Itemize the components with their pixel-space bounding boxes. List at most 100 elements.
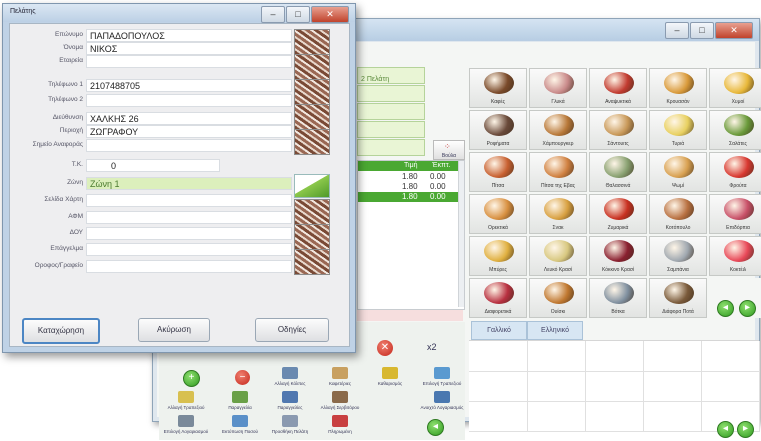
product-cell[interactable] bbox=[527, 401, 586, 432]
category-button[interactable]: Επιδόρπια bbox=[709, 194, 761, 234]
tool-button[interactable]: Προσθήκη Πελάτη bbox=[263, 414, 317, 434]
prev-category-icon[interactable]: ◂ bbox=[717, 300, 734, 317]
category-button[interactable]: Χυμοί bbox=[709, 68, 761, 108]
field-input[interactable]: ΠΑΠΑΔΟΠΟΥΛΟΣ bbox=[86, 29, 292, 42]
category-button[interactable]: Κοκτέιλ bbox=[709, 236, 761, 276]
lookup-image-button[interactable] bbox=[294, 79, 330, 105]
lookup-image-button[interactable] bbox=[294, 199, 330, 225]
product-cell[interactable] bbox=[643, 341, 702, 372]
tool-button[interactable]: Καφετέριες bbox=[313, 366, 367, 386]
category-button[interactable]: Κρουασάν bbox=[649, 68, 707, 108]
product-cell[interactable] bbox=[469, 371, 528, 402]
field-input[interactable] bbox=[86, 243, 292, 256]
field-input[interactable] bbox=[86, 94, 292, 107]
category-button[interactable]: Σαμπάνια bbox=[649, 236, 707, 276]
category-button[interactable]: Βότκα bbox=[589, 278, 647, 318]
tool-button[interactable]: Ανοιχτό Λογαριασμός bbox=[415, 390, 469, 410]
category-button[interactable]: ◂ ▸ bbox=[709, 278, 761, 318]
product-cell[interactable] bbox=[527, 341, 586, 372]
zone-arrow-icon[interactable] bbox=[294, 174, 330, 198]
product-cell[interactable] bbox=[585, 371, 644, 402]
tool-button[interactable]: Πληρωμένη bbox=[313, 414, 367, 434]
close-button[interactable]: ✕ bbox=[715, 22, 753, 39]
minimize-button[interactable]: – bbox=[665, 22, 689, 39]
cancel-button[interactable]: Ακύρωση bbox=[138, 318, 210, 342]
category-button[interactable]: Διαφορετικά bbox=[469, 278, 527, 318]
x2-button[interactable]: x2 bbox=[427, 342, 437, 352]
category-button[interactable]: Καφές bbox=[469, 68, 527, 108]
product-cell[interactable] bbox=[527, 371, 586, 402]
category-button[interactable]: Ζυμαρικά bbox=[589, 194, 647, 234]
field-input[interactable] bbox=[86, 227, 292, 240]
maximize-button[interactable]: □ bbox=[690, 22, 714, 39]
order-row[interactable]: 1.80 0.00 bbox=[358, 182, 458, 192]
product-cell[interactable] bbox=[643, 401, 702, 432]
tool-button[interactable]: Παραγγελία bbox=[213, 390, 267, 410]
next-page-icon[interactable]: ▸ bbox=[737, 421, 754, 438]
category-button[interactable]: Τυριά bbox=[649, 110, 707, 150]
product-cell[interactable] bbox=[469, 401, 528, 432]
category-button[interactable]: Φρούτα bbox=[709, 152, 761, 192]
product-cell[interactable] bbox=[701, 341, 760, 372]
field-input[interactable]: 2107488705 bbox=[86, 79, 292, 92]
tool-button[interactable]: Επιλογή Λογαριασμού bbox=[159, 414, 213, 434]
order-scrollbar[interactable] bbox=[458, 161, 464, 307]
order-row-selected[interactable]: 1.80 0.00 bbox=[358, 192, 458, 202]
lookup-image-button[interactable] bbox=[294, 249, 330, 275]
category-button[interactable]: Ψωμί bbox=[649, 152, 707, 192]
next-category-icon[interactable]: ▸ bbox=[739, 300, 756, 317]
close-button[interactable]: ✕ bbox=[311, 6, 349, 23]
field-input[interactable] bbox=[86, 194, 292, 207]
category-button[interactable]: Κοτόπουλο bbox=[649, 194, 707, 234]
field-input[interactable]: Ζώνη 1 bbox=[86, 177, 292, 190]
lookup-image-button[interactable] bbox=[294, 104, 330, 130]
prev-page-icon[interactable]: ◂ bbox=[717, 421, 734, 438]
category-button[interactable]: Ουίσκι bbox=[529, 278, 587, 318]
tool-button[interactable] bbox=[363, 390, 417, 410]
category-button[interactable]: Αναψυκτικά bbox=[589, 68, 647, 108]
category-button[interactable]: Διάφορα Ποτά bbox=[649, 278, 707, 318]
info-field[interactable] bbox=[357, 103, 425, 120]
tool-button[interactable]: Καθαρισμός bbox=[363, 366, 417, 386]
category-button[interactable]: Πίτσα bbox=[469, 152, 527, 192]
category-button[interactable]: Σαλάτες bbox=[709, 110, 761, 150]
tool-button[interactable]: Αλλαγή Σερβιτόρου bbox=[313, 390, 367, 410]
category-button[interactable]: Γλυκά bbox=[529, 68, 587, 108]
category-button[interactable]: Σάντουιτς bbox=[589, 110, 647, 150]
tool-button[interactable]: Αλλαγή Κόλπες bbox=[263, 366, 317, 386]
category-button[interactable]: Πίτσα της Εβας bbox=[529, 152, 587, 192]
field-input[interactable]: ΝΙΚΟΣ bbox=[86, 42, 292, 55]
delete-icon[interactable]: ✕ bbox=[377, 340, 393, 356]
category-button[interactable]: Λευκό Κρασί bbox=[529, 236, 587, 276]
category-button[interactable]: Κόκκινο Κρασί bbox=[589, 236, 647, 276]
lookup-image-button[interactable] bbox=[294, 129, 330, 155]
tool-button[interactable]: Επιλογή Τραπεζιού bbox=[415, 366, 469, 386]
lookup-image-button[interactable] bbox=[294, 54, 330, 80]
maximize-button[interactable]: □ bbox=[286, 6, 310, 23]
tab-lang-2[interactable]: Ελληνικό bbox=[527, 321, 583, 340]
category-button[interactable]: Ορεκτικά bbox=[469, 194, 527, 234]
field-input[interactable] bbox=[86, 139, 292, 152]
category-button[interactable]: Χάμπουργκερ bbox=[529, 110, 587, 150]
info-field[interactable] bbox=[357, 139, 425, 156]
order-row[interactable]: 1.80 0.00 bbox=[358, 172, 458, 182]
category-button[interactable]: Θαλασσινά bbox=[589, 152, 647, 192]
field-input[interactable] bbox=[86, 260, 292, 273]
back-icon[interactable]: ◂ bbox=[427, 419, 444, 436]
lookup-image-button[interactable] bbox=[294, 29, 330, 55]
small-action-button[interactable]: ⁘ Βούλα bbox=[433, 140, 465, 160]
field-input[interactable]: 0 bbox=[86, 159, 220, 172]
product-cell[interactable] bbox=[469, 341, 528, 372]
register-button[interactable]: Καταχώρηση bbox=[22, 318, 100, 344]
tool-button[interactable]: Παραγγελίες bbox=[263, 390, 317, 410]
lookup-image-button[interactable] bbox=[294, 224, 330, 250]
product-cell[interactable] bbox=[701, 371, 760, 402]
category-button[interactable]: Μπύρες bbox=[469, 236, 527, 276]
field-input[interactable] bbox=[86, 55, 292, 68]
guide-button[interactable]: Οδηγίες bbox=[255, 318, 329, 342]
table-field[interactable]: 2 Πελάτη bbox=[357, 67, 425, 84]
product-cell[interactable] bbox=[643, 371, 702, 402]
field-input[interactable] bbox=[86, 211, 292, 224]
tool-button[interactable]: Εκτύπωση Ποσού bbox=[213, 414, 267, 434]
product-cell[interactable] bbox=[585, 341, 644, 372]
